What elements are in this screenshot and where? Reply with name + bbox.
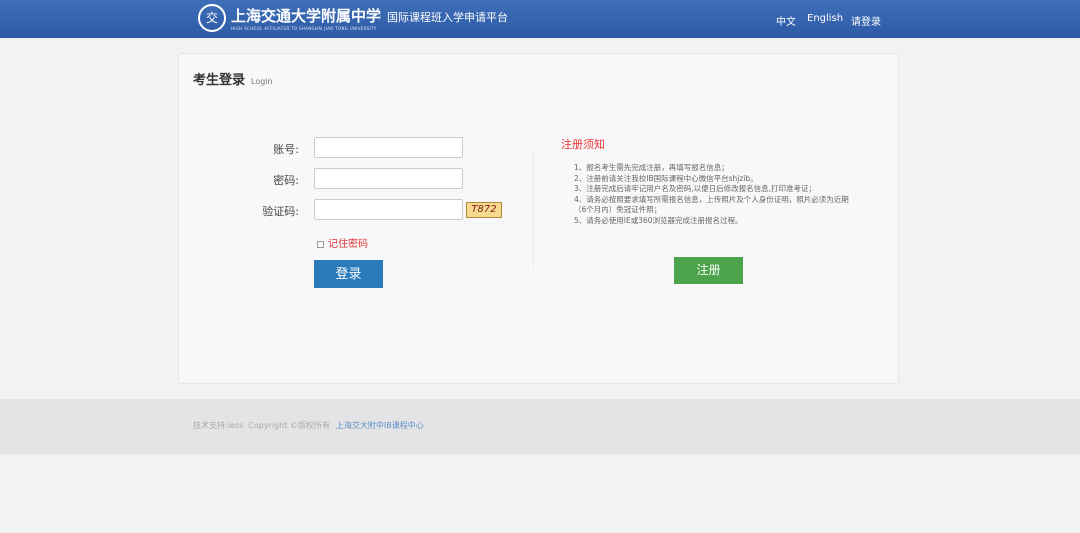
tech-support: 技术支持:less <box>193 421 244 430</box>
remember-password-checkbox[interactable]: 记住密码 <box>317 235 368 250</box>
captcha-label: 验证码: <box>262 205 299 218</box>
nav-chinese[interactable]: 中文 <box>776 13 796 28</box>
divider <box>533 149 534 269</box>
notice-item: 3、注册完成后请牢记用户名及密码,以便日后修改报名信息,打印准考证； <box>574 184 817 193</box>
password-label: 密码: <box>273 174 299 187</box>
school-logo-icon: 交 <box>198 4 226 32</box>
brand-subtitle: 国际课程班入学申请平台 <box>387 11 509 24</box>
captcha-input[interactable] <box>314 199 463 220</box>
login-button[interactable]: 登录 <box>314 260 383 288</box>
brand-english: HIGH SCHOOL AFFILIATED TO SHANGHAI JIAO … <box>231 26 377 31</box>
register-button[interactable]: 注册 <box>674 257 743 284</box>
notice-item: 1、报名考生需先完成注册，再填写报名信息； <box>574 163 729 172</box>
footer: 技术支持:less Copyright ©版权所有 上海交大附中IB课程中心 <box>0 399 1080 454</box>
account-input[interactable] <box>314 137 463 158</box>
nav-english[interactable]: English <box>807 13 843 24</box>
captcha-image[interactable]: T872 <box>466 202 502 218</box>
notice-item: 2、注册前请关注我校IB国际课程中心微信平台shjzib。 <box>574 173 758 183</box>
header: 交 上海交通大学附属中学 国际课程班入学申请平台 HIGH SCHOOL AFFI… <box>0 0 1080 38</box>
page-title: 考生登录 Login <box>193 73 273 88</box>
remember-label: 记住密码 <box>328 239 368 250</box>
brand[interactable]: 上海交通大学附属中学 国际课程班入学申请平台 <box>231 5 508 26</box>
brand-name: 上海交通大学附属中学 <box>231 7 382 25</box>
login-card: 考生登录 Login 账号: 密码: 验证码: T872 记住密码 登录 注册须知… <box>178 53 899 384</box>
ib-center-link[interactable]: 上海交大附中IB课程中心 <box>336 421 424 430</box>
notice-item: 5、请务必使用IE或360浏览器完成注册报名过程。 <box>574 215 743 225</box>
password-input[interactable] <box>314 168 463 189</box>
copyright: Copyright ©版权所有 <box>248 421 330 430</box>
account-label: 账号: <box>273 143 299 156</box>
notice-item: 4、请务必按照要求填写所需报名信息，上传照片及个人身份证明，照片必须为近期（6个… <box>574 194 849 215</box>
page-title-en: Login <box>251 77 273 86</box>
notice-title: 注册须知 <box>561 138 605 151</box>
checkbox-icon[interactable] <box>317 240 324 248</box>
nav-login[interactable]: 请登录 <box>851 13 881 28</box>
notice-list: 1、报名考生需先完成注册，再填写报名信息； 2、注册前请关注我校IB国际课程中心… <box>574 163 849 226</box>
